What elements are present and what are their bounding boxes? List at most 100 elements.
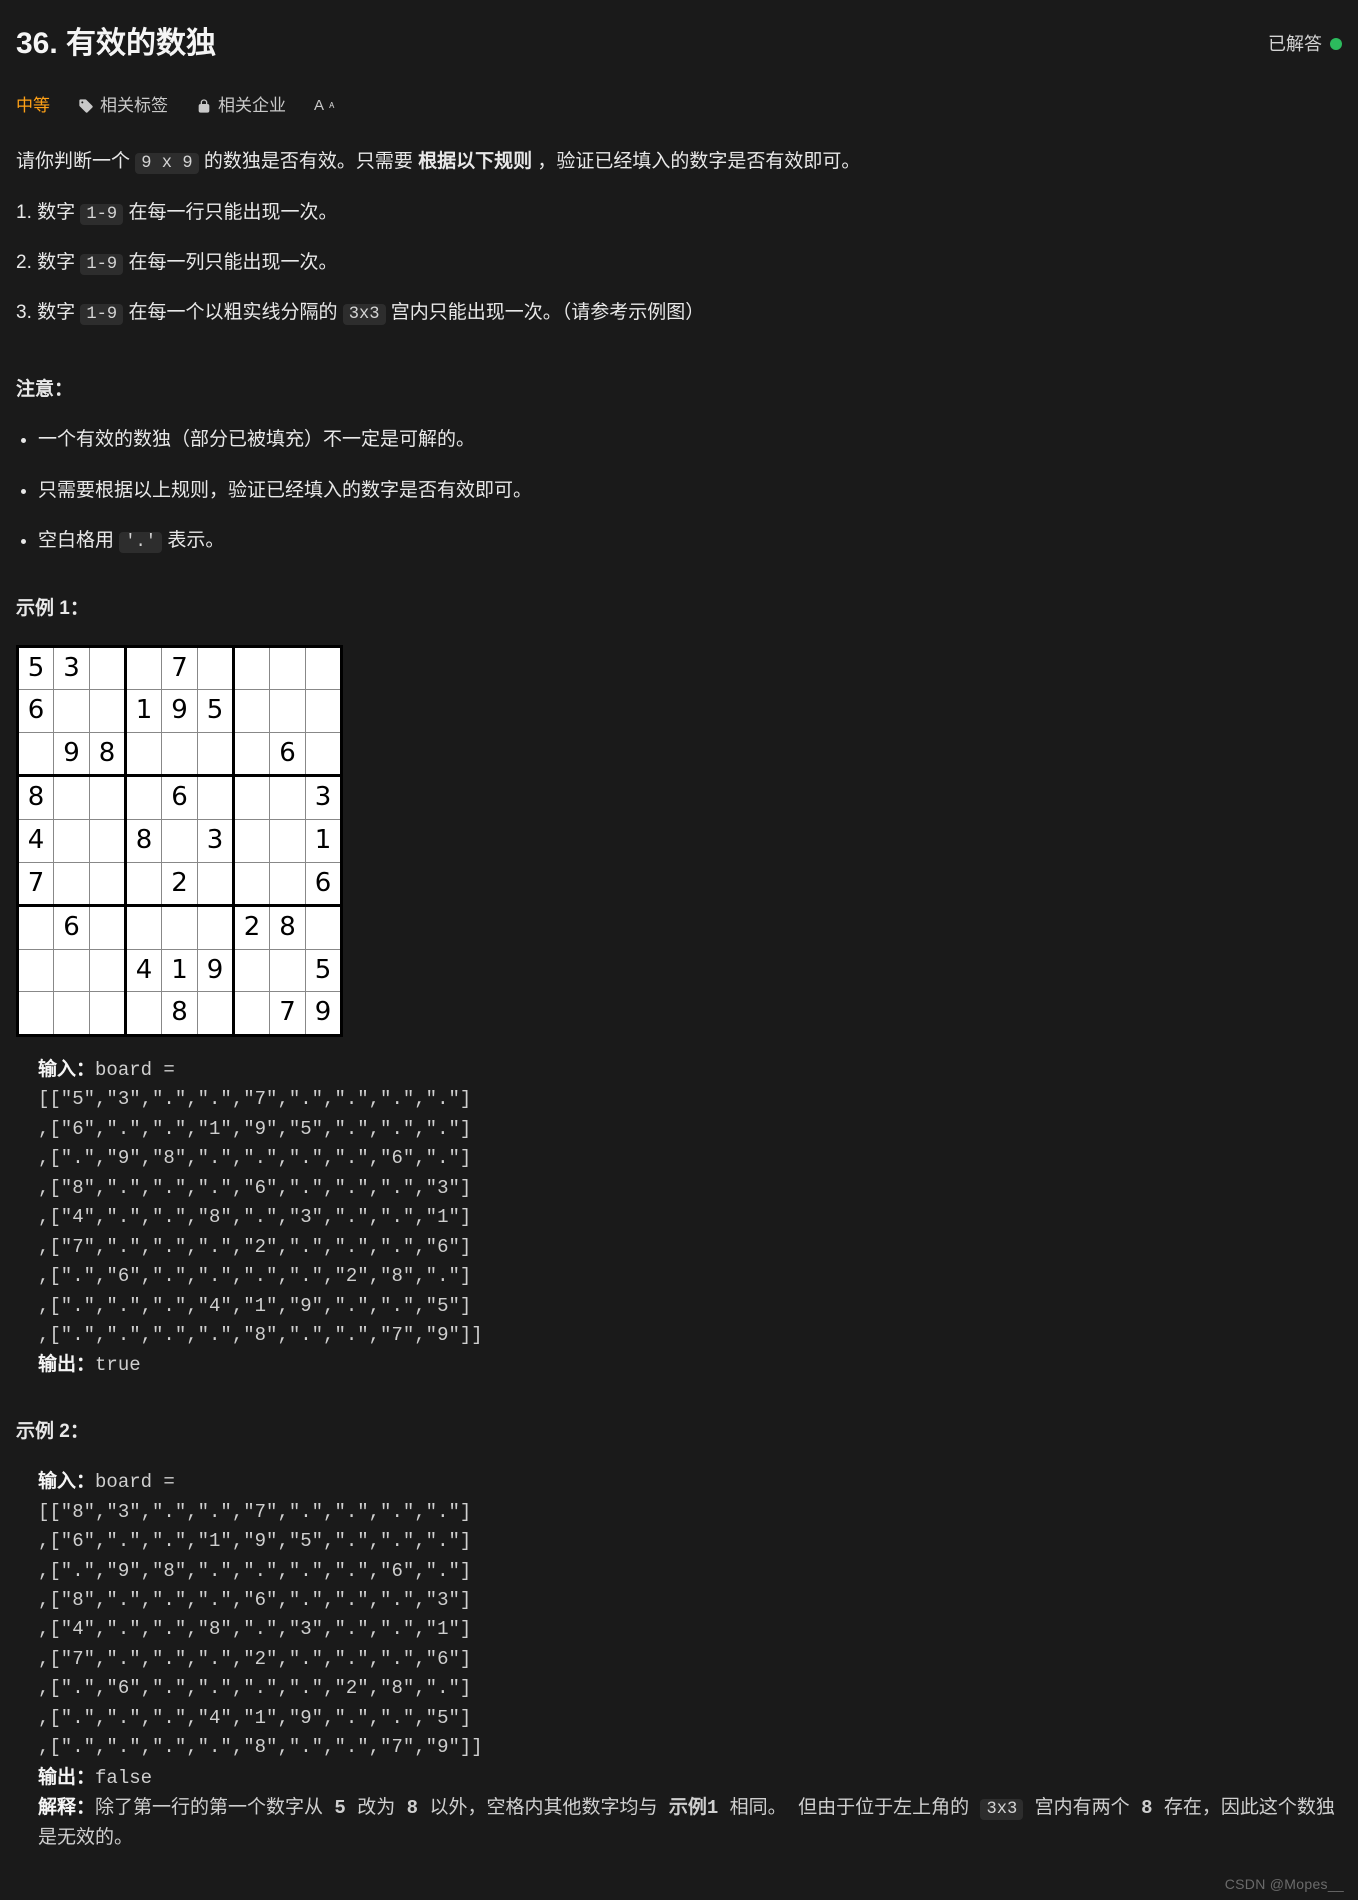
tab-related-tags[interactable]: 相关标签 [78,92,168,119]
sudoku-cell: 7 [270,992,306,1036]
sudoku-cell [198,862,234,906]
sudoku-cell [306,732,342,776]
tab-font-size[interactable]: Aᴀ [314,94,333,118]
notice-item-3: 空白格用 '.' 表示。 [38,526,1342,556]
sudoku-cell: 3 [306,776,342,820]
sudoku-cell [54,690,90,733]
rule-2: 2. 数字 1-9 在每一列只能出现一次。 [16,248,1342,278]
sudoku-cell [90,690,126,733]
notice-heading: 注意： [16,375,1342,405]
sudoku-cell: 9 [198,949,234,992]
header: 36. 有效的数独 已解答 [16,20,1342,68]
sudoku-cell [234,992,270,1036]
sudoku-cell: 5 [198,690,234,733]
example-1-code: 输入：board = [["5","3",".",".","7",".","."… [16,1055,1342,1381]
notice-item-2: 只需要根据以上规则，验证已经填入的数字是否有效即可。 [38,476,1342,506]
sudoku-cell: 9 [162,690,198,733]
watermark: CSDN @Mopes__ [1225,1873,1344,1895]
sudoku-board: 537619598686348317266284195879 [16,645,343,1037]
sudoku-cell [162,820,198,863]
example-2-heading: 示例 2： [16,1417,1342,1447]
tab-difficulty[interactable]: 中等 [16,92,50,119]
sudoku-cell [126,646,162,690]
sudoku-cell: 4 [126,949,162,992]
sudoku-cell: 1 [306,820,342,863]
sudoku-cell: 8 [90,732,126,776]
sudoku-cell [270,862,306,906]
sudoku-cell [18,949,54,992]
sudoku-cell [54,992,90,1036]
sudoku-cell: 8 [162,992,198,1036]
tab-tags-label: 相关标签 [100,92,168,119]
sudoku-cell [54,949,90,992]
sudoku-cell: 9 [306,992,342,1036]
sudoku-cell: 7 [162,646,198,690]
rule-3: 3. 数字 1-9 在每一个以粗实线分隔的 3x3 宫内只能出现一次。（请参考示… [16,298,1342,328]
rule-1: 1. 数字 1-9 在每一行只能出现一次。 [16,198,1342,228]
sudoku-cell: 1 [162,949,198,992]
sudoku-cell: 3 [198,820,234,863]
sudoku-cell [270,690,306,733]
status-label: 已解答 [1268,30,1322,59]
sudoku-cell [90,776,126,820]
tab-companies-label: 相关企业 [218,92,286,119]
sudoku-cell: 4 [18,820,54,863]
sudoku-cell: 6 [306,862,342,906]
sudoku-cell: 8 [270,906,306,950]
sudoku-cell: 6 [270,732,306,776]
sudoku-cell [54,776,90,820]
sudoku-cell [90,820,126,863]
sudoku-cell [306,646,342,690]
sudoku-cell [90,646,126,690]
sudoku-cell [234,732,270,776]
sudoku-cell: 5 [306,949,342,992]
sudoku-cell [270,646,306,690]
notice-list: 一个有效的数独（部分已被填充）不一定是可解的。 只需要根据以上规则，验证已经填入… [16,425,1342,556]
sudoku-cell: 6 [54,906,90,950]
sudoku-cell [198,646,234,690]
sudoku-cell: 9 [54,732,90,776]
example-1-heading: 示例 1： [16,594,1342,624]
sudoku-cell [270,820,306,863]
sudoku-cell [90,949,126,992]
sudoku-cell [234,862,270,906]
sudoku-cell [54,820,90,863]
sudoku-cell [234,646,270,690]
sudoku-cell [162,906,198,950]
sudoku-cell: 2 [234,906,270,950]
inline-code: 9 x 9 [135,153,198,174]
sudoku-cell [270,776,306,820]
sudoku-cell [18,992,54,1036]
sudoku-cell [90,862,126,906]
sudoku-cell [18,732,54,776]
sudoku-cell [198,776,234,820]
sudoku-cell [126,732,162,776]
tab-related-companies[interactable]: 相关企业 [196,92,286,119]
sudoku-cell [198,906,234,950]
sudoku-cell: 8 [126,820,162,863]
sudoku-cell [306,690,342,733]
sudoku-cell: 1 [126,690,162,733]
font-small: ᴀ [329,97,333,115]
lock-icon [196,98,212,114]
sudoku-cell [234,776,270,820]
font-large: A [314,94,323,118]
sudoku-cell [90,906,126,950]
rules-list: 1. 数字 1-9 在每一行只能出现一次。 2. 数字 1-9 在每一列只能出现… [16,198,1342,329]
tag-icon [78,98,94,114]
page-title: 36. 有效的数独 [16,20,216,68]
sudoku-cell: 6 [18,690,54,733]
sudoku-cell: 6 [162,776,198,820]
sudoku-cell [234,690,270,733]
status-dot-icon [1330,38,1342,50]
sudoku-cell [198,992,234,1036]
sudoku-cell [54,862,90,906]
status-badge: 已解答 [1268,30,1342,59]
notice-item-1: 一个有效的数独（部分已被填充）不一定是可解的。 [38,425,1342,455]
sudoku-cell [162,732,198,776]
sudoku-cell [90,992,126,1036]
sudoku-cell [234,949,270,992]
sudoku-cell: 2 [162,862,198,906]
sudoku-cell [306,906,342,950]
problem-content: 请你判断一个 9 x 9 的数独是否有效。只需要 根据以下规则 ，验证已经填入的… [16,147,1342,1853]
